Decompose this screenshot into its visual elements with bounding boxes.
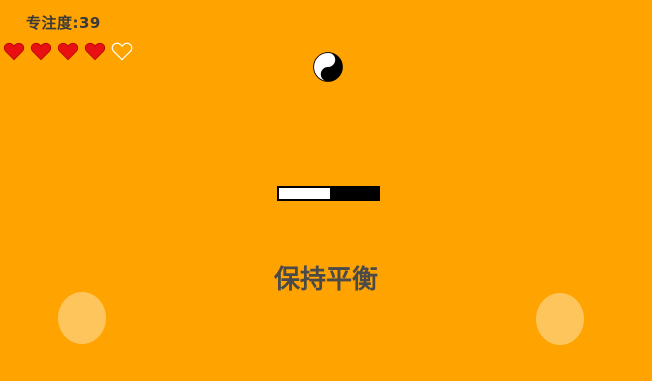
balance-meter-fill [279,188,330,199]
heart-full-icon [30,42,52,61]
yin-yang-icon [313,52,343,82]
balance-meter [277,186,380,201]
right-touch-button[interactable] [536,293,584,345]
focus-value: 39 [79,14,101,32]
heart-full-icon [57,42,79,61]
heart-empty-icon [111,42,133,61]
instruction-text: 保持平衡 [273,265,378,295]
focus-label: 专注度: [26,14,79,32]
focus-score: 专注度:39 [26,12,101,33]
lives-display [3,40,133,62]
left-touch-button[interactable] [58,292,106,344]
heart-full-icon [3,42,25,61]
heart-full-icon [84,42,106,61]
